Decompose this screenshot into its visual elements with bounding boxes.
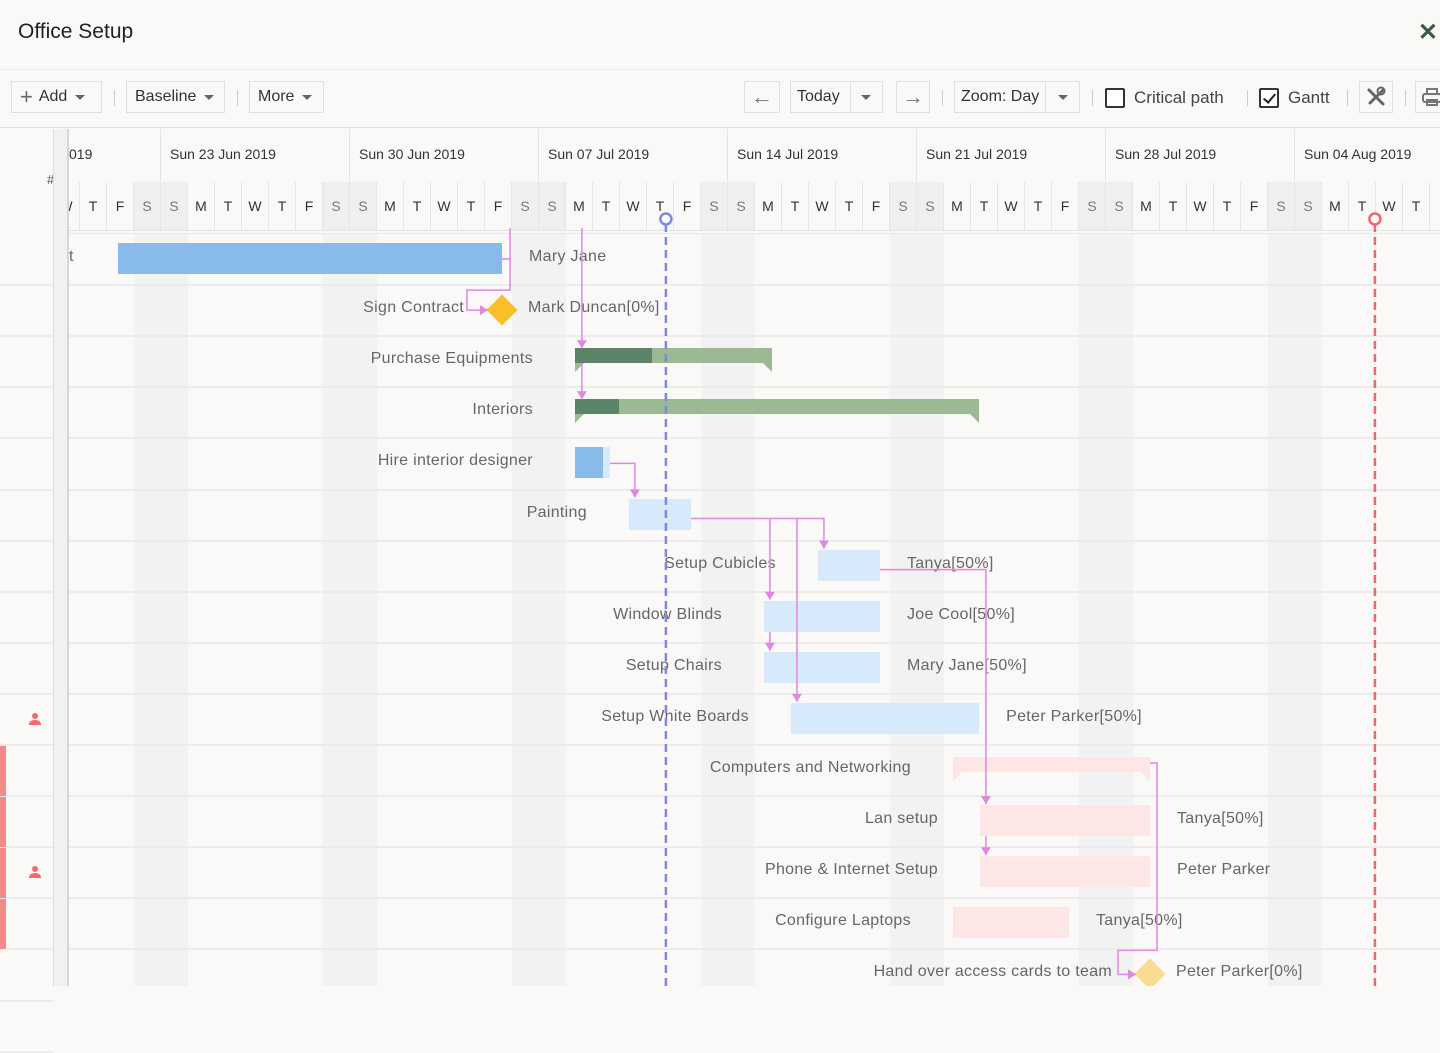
row-divider bbox=[0, 590, 53, 593]
row-divider bbox=[0, 488, 53, 491]
today-button[interactable]: Today bbox=[790, 81, 883, 113]
link-line[interactable] bbox=[1117, 762, 1158, 976]
row-divider bbox=[0, 846, 53, 849]
row-divider bbox=[0, 897, 53, 900]
baseline-button[interactable]: Baseline bbox=[126, 81, 225, 113]
add-button[interactable]: + Add bbox=[11, 81, 102, 113]
separator bbox=[1347, 90, 1348, 106]
arrow-left-icon: ← bbox=[751, 84, 773, 109]
checkbox-icon[interactable] bbox=[1105, 88, 1125, 108]
next-button[interactable]: → bbox=[896, 81, 930, 113]
late-indicator bbox=[0, 746, 6, 796]
add-label: Add bbox=[38, 88, 68, 105]
link-arrow bbox=[980, 796, 991, 805]
link-arrow bbox=[980, 847, 991, 856]
zoom-select[interactable]: Zoom: Day bbox=[954, 81, 1080, 113]
row-divider bbox=[0, 999, 53, 1002]
gantt-checkbox[interactable]: Gantt bbox=[1259, 88, 1330, 108]
panel-splitter[interactable] bbox=[53, 129, 69, 986]
settings-button[interactable] bbox=[1359, 81, 1393, 113]
separator bbox=[1092, 90, 1093, 106]
person-icon bbox=[29, 866, 41, 879]
chevron-down-icon bbox=[302, 94, 313, 100]
deadline-marker-pin-icon[interactable] bbox=[1368, 212, 1382, 226]
checkbox-checked-icon[interactable] bbox=[1259, 88, 1279, 108]
row-divider bbox=[0, 744, 53, 746]
task-grid bbox=[0, 129, 53, 1053]
row-divider bbox=[0, 437, 53, 440]
arrow-right-icon: → bbox=[902, 84, 924, 109]
print-icon bbox=[1422, 88, 1440, 106]
link-line[interactable] bbox=[610, 462, 636, 498]
link-arrow bbox=[576, 391, 587, 400]
today-dropdown[interactable] bbox=[849, 82, 882, 112]
row-divider bbox=[0, 1050, 53, 1053]
person-icon bbox=[29, 712, 41, 725]
today-label[interactable]: Today bbox=[791, 82, 850, 112]
baseline-label: Baseline bbox=[135, 88, 197, 105]
critical-path-label: Critical path bbox=[1134, 88, 1224, 107]
chevron-down-icon bbox=[1057, 94, 1068, 100]
close-icon[interactable]: ✕ bbox=[1418, 18, 1438, 47]
separator bbox=[942, 90, 943, 106]
print-button[interactable] bbox=[1415, 81, 1440, 113]
zoom-label[interactable]: Zoom: Day bbox=[955, 82, 1045, 112]
tools-icon bbox=[1367, 86, 1386, 106]
late-indicator bbox=[0, 797, 6, 848]
dependency-links bbox=[466, 212, 1382, 986]
link-arrow bbox=[629, 489, 640, 498]
more-button[interactable]: More bbox=[249, 81, 324, 113]
gantt-chart: 019 Sun 23 Jun 2019 Sun 30 Jun 2019 Sun 07 … bbox=[69, 129, 1440, 986]
chevron-down-icon bbox=[204, 94, 215, 100]
previous-button[interactable]: ← bbox=[744, 81, 780, 113]
row-divider bbox=[0, 284, 53, 287]
late-indicator bbox=[0, 848, 6, 899]
row-divider bbox=[0, 386, 53, 389]
link-arrow bbox=[764, 591, 775, 600]
plus-icon: + bbox=[20, 84, 33, 109]
row-divider bbox=[0, 948, 53, 951]
critical-path-checkbox[interactable]: Critical path bbox=[1105, 88, 1224, 108]
row-divider bbox=[0, 539, 53, 542]
row-divider bbox=[0, 795, 53, 798]
link-arrow bbox=[764, 642, 775, 651]
gantt-label: Gantt bbox=[1288, 88, 1330, 107]
link-line[interactable] bbox=[466, 228, 511, 311]
chevron-down-icon bbox=[75, 94, 86, 100]
more-label: More bbox=[258, 88, 295, 105]
separator bbox=[237, 90, 238, 106]
link-arrow bbox=[791, 693, 802, 702]
toolbar: + Add Baseline More ← Today → Zoom: Day … bbox=[0, 70, 1440, 128]
link-arrow bbox=[480, 305, 489, 316]
window-titlebar: Office Setup ✕ bbox=[0, 0, 1440, 70]
link-arrow bbox=[1128, 969, 1137, 980]
link-arrow bbox=[818, 540, 829, 549]
separator bbox=[1247, 90, 1248, 106]
separator bbox=[1405, 90, 1406, 106]
row-divider bbox=[0, 692, 53, 695]
link-line[interactable] bbox=[691, 517, 825, 549]
late-indicator bbox=[0, 899, 6, 950]
window-title: Office Setup bbox=[18, 20, 134, 43]
separator bbox=[114, 90, 115, 106]
row-divider bbox=[0, 641, 53, 644]
chevron-down-icon bbox=[861, 94, 872, 100]
today-marker-pin-icon[interactable] bbox=[659, 212, 673, 226]
link-arrow bbox=[576, 340, 587, 349]
row-divider bbox=[0, 335, 53, 338]
zoom-dropdown[interactable] bbox=[1045, 82, 1079, 112]
link-line[interactable] bbox=[880, 568, 987, 805]
